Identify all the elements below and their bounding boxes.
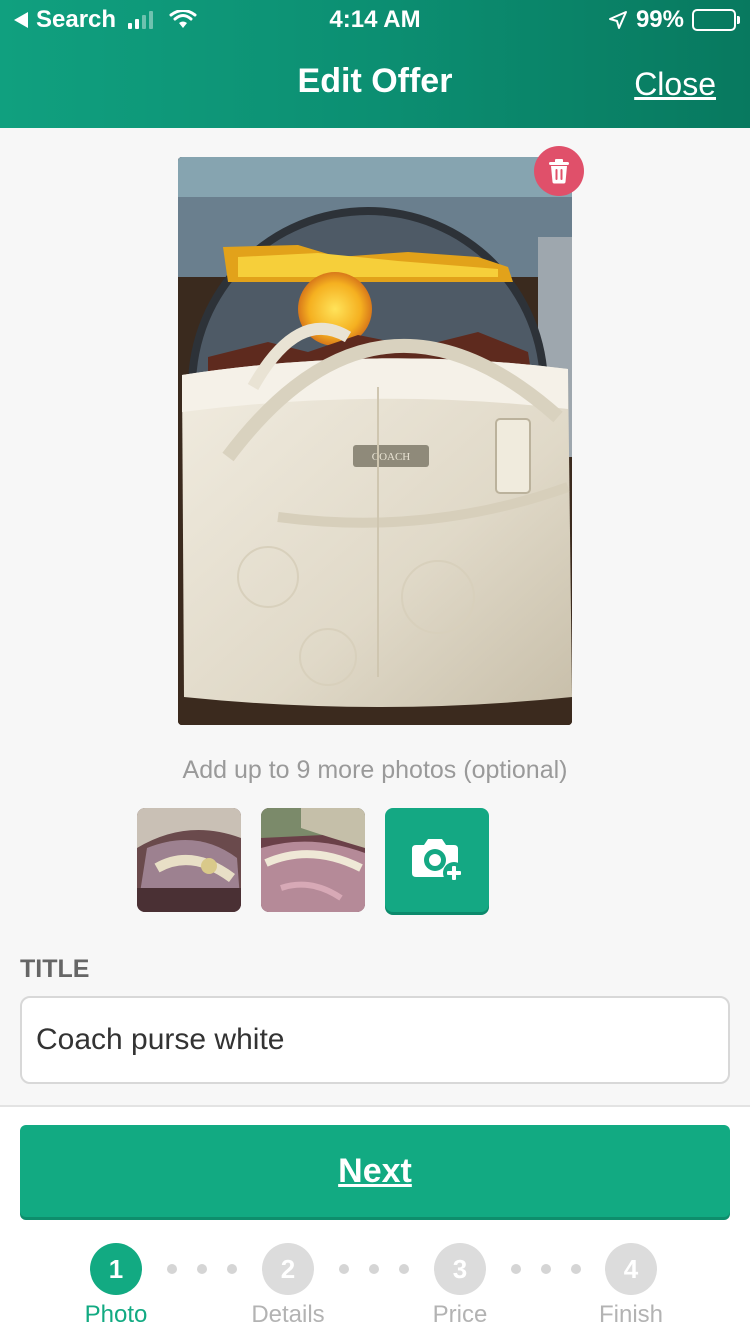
- photo-thumbnail[interactable]: [137, 808, 241, 912]
- step-dot: [227, 1264, 237, 1274]
- thumbnail-image: [137, 808, 241, 912]
- step-dot: [399, 1264, 409, 1274]
- main-photo[interactable]: COACH: [178, 157, 572, 725]
- step-label-photo: Photo: [84, 1301, 148, 1328]
- status-right: 99%: [608, 6, 740, 34]
- battery-percent: 99%: [635, 6, 684, 33]
- step-dot: [197, 1264, 207, 1274]
- step-finish: 4: [605, 1243, 657, 1295]
- handbag-photo-image: COACH: [178, 157, 572, 725]
- header: Search 4:14 AM 99% Edit Offer Close: [0, 0, 750, 128]
- step-dot: [541, 1264, 551, 1274]
- edit-offer-screen: Search 4:14 AM 99% Edit Offer Close COAC…: [0, 0, 750, 1334]
- next-button[interactable]: Next: [20, 1125, 730, 1217]
- step-dot: [167, 1264, 177, 1274]
- add-photos-hint: Add up to 9 more photos (optional): [182, 756, 568, 784]
- title-input[interactable]: [20, 996, 730, 1084]
- step-dot: [339, 1264, 349, 1274]
- thumbnail-image: [261, 808, 365, 912]
- step-label-finish: Finish: [598, 1301, 664, 1328]
- trash-icon: [549, 159, 569, 184]
- title-label: TITLE: [20, 955, 90, 983]
- step-photo: 1: [90, 1243, 142, 1295]
- step-label-details: Details: [251, 1301, 325, 1328]
- step-dot: [511, 1264, 521, 1274]
- step-details: 2: [262, 1243, 314, 1295]
- camera-plus-icon: [412, 839, 465, 883]
- footer: Next 1 2 3 4 Photo Details Price Finish: [0, 1105, 750, 1334]
- battery-icon: [692, 9, 740, 31]
- add-photo-button[interactable]: [385, 808, 489, 912]
- delete-photo-button[interactable]: [534, 146, 584, 196]
- status-bar: Search 4:14 AM 99%: [0, 0, 750, 42]
- step-label-price: Price: [432, 1301, 488, 1328]
- step-dot: [369, 1264, 379, 1274]
- step-dot: [571, 1264, 581, 1274]
- close-button[interactable]: Close: [634, 66, 716, 103]
- location-arrow-icon: [608, 11, 627, 29]
- step-price: 3: [434, 1243, 486, 1295]
- photo-thumbnail[interactable]: [261, 808, 365, 912]
